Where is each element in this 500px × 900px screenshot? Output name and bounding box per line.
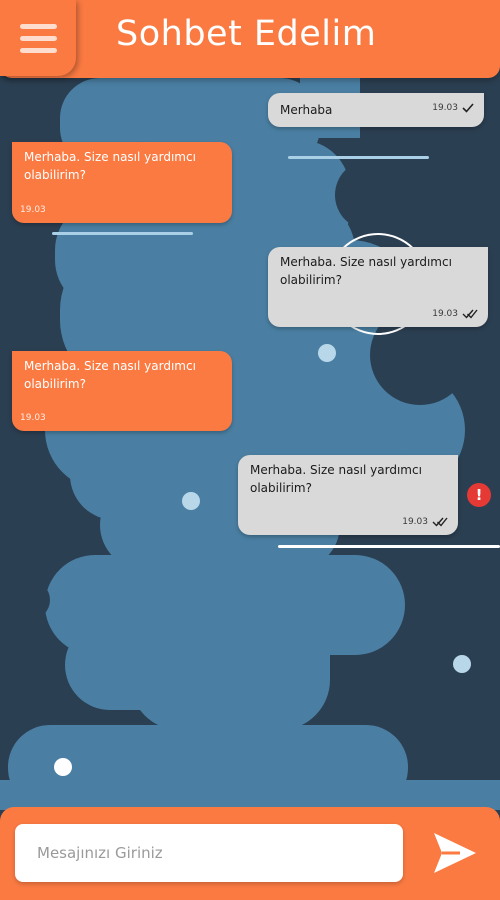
message-input[interactable] — [15, 824, 403, 882]
double-check-icon — [462, 309, 478, 319]
decorative-line — [52, 232, 193, 235]
decorative-line — [278, 545, 500, 548]
message-bubble-incoming[interactable]: Merhaba. Size nasıl yardımcı olabilirim?… — [12, 142, 232, 223]
single-check-icon — [462, 103, 474, 113]
message-text: Merhaba. Size nasıl yardımcı olabilirim? — [24, 359, 196, 391]
decorative-line — [288, 156, 429, 159]
send-button[interactable] — [430, 829, 478, 877]
error-icon[interactable]: ! — [467, 483, 491, 507]
menu-button[interactable] — [0, 0, 76, 76]
message-text: Merhaba. Size nasıl yardımcı olabilirim? — [250, 463, 422, 495]
decorative-dot — [318, 344, 336, 362]
message-text: Merhaba. Size nasıl yardımcı olabilirim? — [280, 255, 452, 287]
message-time: 19.03 — [20, 205, 46, 215]
message-bubble-outgoing[interactable]: Merhaba 19.03 — [268, 93, 484, 127]
decorative-dot — [182, 492, 200, 510]
message-time: 19.03 — [20, 413, 46, 423]
message-composer — [0, 807, 500, 900]
decorative-dot — [54, 758, 72, 776]
message-bubble-outgoing[interactable]: Merhaba. Size nasıl yardımcı olabilirim?… — [268, 247, 488, 327]
double-check-icon — [432, 517, 448, 527]
send-icon — [434, 833, 476, 873]
message-time: 19.03 — [432, 103, 458, 113]
message-time: 19.03 — [402, 517, 428, 527]
message-bubble-outgoing[interactable]: Merhaba. Size nasıl yardımcı olabilirim?… — [238, 455, 458, 535]
background-art — [0, 78, 500, 810]
message-bubble-incoming[interactable]: Merhaba. Size nasıl yardımcı olabilirim?… — [12, 351, 232, 431]
page-title: Sohbet Edelim — [116, 14, 377, 54]
decorative-dot — [453, 655, 471, 673]
message-time: 19.03 — [432, 309, 458, 319]
message-text: Merhaba. Size nasıl yardımcı olabilirim? — [24, 150, 196, 182]
